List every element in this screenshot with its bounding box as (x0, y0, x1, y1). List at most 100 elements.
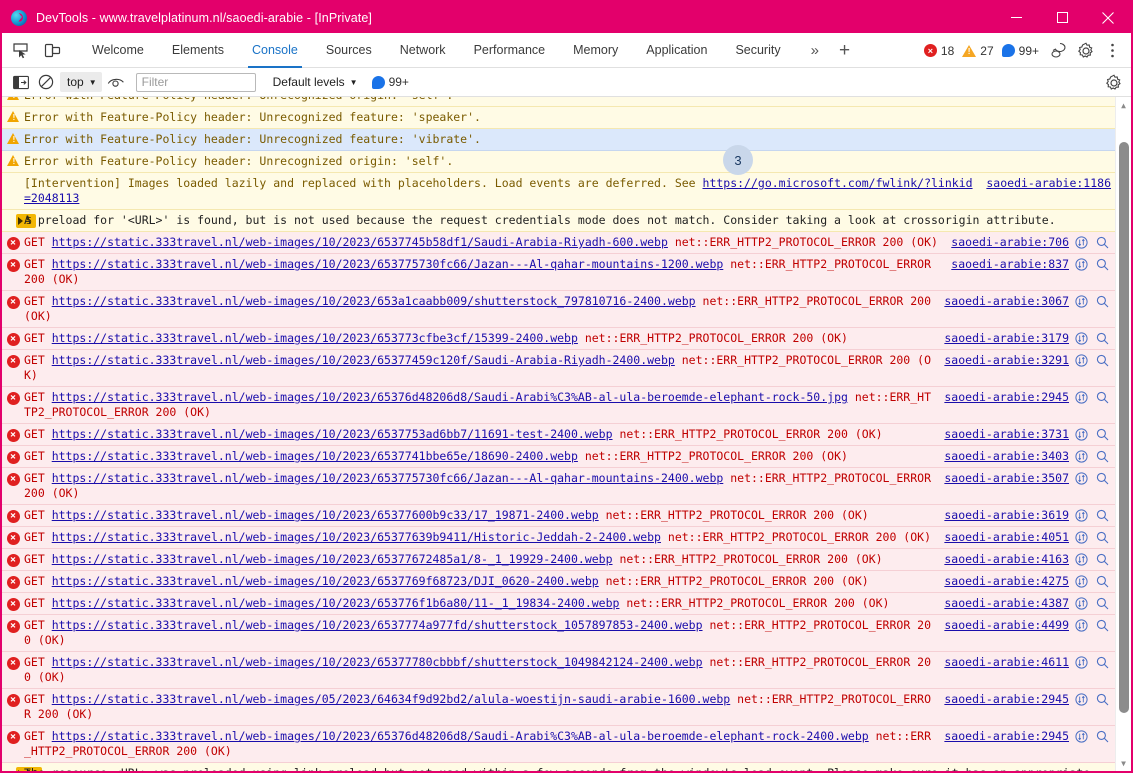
network-request-icon[interactable] (1072, 471, 1090, 486)
network-request-icon[interactable] (1072, 729, 1090, 744)
request-url-link[interactable]: https://static.333travel.nl/web-images/1… (52, 294, 696, 308)
source-location-link[interactable]: saoedi-arabie:4387 (944, 596, 1069, 611)
console-row-err[interactable]: × GET https://static.333travel.nl/web-ima… (2, 328, 1115, 350)
tab-performance[interactable]: Performance (460, 33, 560, 68)
gear-icon[interactable] (1073, 38, 1099, 64)
console-row-warn[interactable]: Error with Feature-Policy header: Unreco… (2, 129, 1115, 151)
network-request-icon[interactable] (1072, 596, 1090, 611)
source-location-link[interactable]: saoedi-arabie:4275 (944, 574, 1069, 589)
network-request-icon[interactable] (1072, 530, 1090, 545)
tab-memory[interactable]: Memory (559, 33, 632, 68)
console-row-err[interactable]: × GET https://static.333travel.nl/web-ima… (2, 387, 1115, 424)
message-count-badge[interactable]: 99+ (371, 75, 409, 89)
request-url-link[interactable]: https://static.333travel.nl/web-images/1… (52, 552, 613, 566)
info-counter[interactable]: 99+ (1001, 44, 1039, 58)
console-row-intervention[interactable]: [Intervention] Images loaded lazily and … (2, 173, 1115, 210)
search-icon[interactable] (1093, 427, 1111, 442)
console-row-err[interactable]: × GET https://static.333travel.nl/web-ima… (2, 726, 1115, 763)
console-settings-icon[interactable] (1101, 70, 1127, 96)
request-url-link[interactable]: https://static.333travel.nl/web-images/1… (52, 530, 661, 544)
request-url-link[interactable]: https://static.333travel.nl/web-images/1… (52, 390, 848, 404)
devtools-customize-icon[interactable] (1047, 38, 1073, 64)
source-location-link[interactable]: saoedi-arabie:4499 (944, 618, 1069, 633)
source-location-link[interactable]: saoedi-arabie:3179 (944, 331, 1069, 346)
log-level-selector[interactable]: Default levels ▼ (273, 75, 358, 89)
search-icon[interactable] (1093, 530, 1111, 545)
network-request-icon[interactable] (1072, 552, 1090, 567)
scroll-down-icon[interactable]: ▼ (1116, 755, 1131, 771)
network-request-icon[interactable] (1072, 655, 1090, 670)
source-location-link[interactable]: saoedi-arabie:4611 (944, 655, 1069, 670)
request-url-link[interactable]: https://static.333travel.nl/web-images/1… (52, 331, 578, 345)
console-row-group[interactable]: 10The resource <URL> was preloaded using… (2, 763, 1115, 771)
search-icon[interactable] (1093, 294, 1111, 309)
kebab-menu-icon[interactable] (1099, 38, 1125, 64)
console-row-warn[interactable]: Error with Feature-Policy header: Unreco… (2, 97, 1115, 107)
network-request-icon[interactable] (1072, 257, 1090, 272)
request-url-link[interactable]: https://static.333travel.nl/web-images/1… (52, 449, 578, 463)
source-location-link[interactable]: saoedi-arabie:2945 (944, 390, 1069, 405)
source-location-link[interactable]: saoedi-arabie:1186 (986, 176, 1111, 191)
source-location-link[interactable]: saoedi-arabie:3067 (944, 294, 1069, 309)
search-icon[interactable] (1093, 508, 1111, 523)
tab-sources[interactable]: Sources (312, 33, 386, 68)
source-location-link[interactable]: saoedi-arabie:3403 (944, 449, 1069, 464)
tab-elements[interactable]: Elements (158, 33, 238, 68)
filter-input[interactable] (135, 72, 256, 92)
console-row-err[interactable]: × GET https://static.333travel.nl/web-ima… (2, 689, 1115, 726)
network-request-icon[interactable] (1072, 449, 1090, 464)
source-location-link[interactable]: saoedi-arabie:3619 (944, 508, 1069, 523)
search-icon[interactable] (1093, 449, 1111, 464)
request-url-link[interactable]: https://static.333travel.nl/web-images/1… (52, 596, 620, 610)
search-icon[interactable] (1093, 574, 1111, 589)
source-location-link[interactable]: saoedi-arabie:4051 (944, 530, 1069, 545)
execution-context-selector[interactable]: top ▼ (60, 72, 102, 92)
more-tabs-icon[interactable]: » (801, 42, 829, 59)
console-row-err[interactable]: × GET https://static.333travel.nl/web-ima… (2, 571, 1115, 593)
close-button[interactable] (1085, 2, 1131, 33)
console-row-err[interactable]: × GET https://static.333travel.nl/web-ima… (2, 254, 1115, 291)
console-log-area[interactable]: 3 Error with Feature-Policy header: Unre… (2, 97, 1131, 771)
search-icon[interactable] (1093, 618, 1111, 633)
network-request-icon[interactable] (1072, 235, 1090, 250)
console-row-group[interactable]: 5A preload for '<URL>' is found, but is … (2, 210, 1115, 232)
network-request-icon[interactable] (1072, 331, 1090, 346)
console-row-err[interactable]: × GET https://static.333travel.nl/web-ima… (2, 350, 1115, 387)
console-row-err[interactable]: × GET https://static.333travel.nl/web-ima… (2, 505, 1115, 527)
console-row-err[interactable]: × GET https://static.333travel.nl/web-ima… (2, 615, 1115, 652)
network-request-icon[interactable] (1072, 618, 1090, 633)
source-location-link[interactable]: saoedi-arabie:706 (951, 235, 1069, 250)
tab-security[interactable]: Security (721, 33, 794, 68)
network-request-icon[interactable] (1072, 692, 1090, 707)
search-icon[interactable] (1093, 257, 1111, 272)
console-row-err[interactable]: × GET https://static.333travel.nl/web-ima… (2, 593, 1115, 615)
scroll-up-icon[interactable]: ▲ (1116, 97, 1131, 113)
source-location-link[interactable]: saoedi-arabie:837 (951, 257, 1069, 272)
request-url-link[interactable]: https://static.333travel.nl/web-images/1… (52, 655, 703, 669)
source-location-link[interactable]: saoedi-arabie:3291 (944, 353, 1069, 368)
console-row-err[interactable]: × GET https://static.333travel.nl/web-ima… (2, 424, 1115, 446)
console-row-err[interactable]: × GET https://static.333travel.nl/web-ima… (2, 549, 1115, 571)
console-row-err[interactable]: × GET https://static.333travel.nl/web-ima… (2, 291, 1115, 328)
maximize-button[interactable] (1039, 2, 1085, 33)
minimize-button[interactable] (993, 2, 1039, 33)
grouped-message-badge[interactable]: 3 (723, 145, 753, 175)
scrollbar-thumb[interactable] (1119, 142, 1129, 713)
network-request-icon[interactable] (1072, 353, 1090, 368)
console-row-err[interactable]: × GET https://static.333travel.nl/web-ima… (2, 446, 1115, 468)
console-row-warn[interactable]: Error with Feature-Policy header: Unreco… (2, 107, 1115, 129)
request-url-link[interactable]: https://static.333travel.nl/web-images/1… (52, 353, 675, 367)
request-url-link[interactable]: https://static.333travel.nl/web-images/1… (52, 618, 703, 632)
search-icon[interactable] (1093, 390, 1111, 405)
search-icon[interactable] (1093, 235, 1111, 250)
console-row-warn[interactable]: Error with Feature-Policy header: Unreco… (2, 151, 1115, 173)
warning-counter[interactable]: 27 (962, 44, 994, 58)
search-icon[interactable] (1093, 655, 1111, 670)
network-request-icon[interactable] (1072, 390, 1090, 405)
source-location-link[interactable]: saoedi-arabie:4163 (944, 552, 1069, 567)
request-url-link[interactable]: https://static.333travel.nl/web-images/1… (52, 471, 724, 485)
console-row-err[interactable]: × GET https://static.333travel.nl/web-ima… (2, 527, 1115, 549)
network-request-icon[interactable] (1072, 294, 1090, 309)
tab-application[interactable]: Application (632, 33, 721, 68)
request-url-link[interactable]: https://static.333travel.nl/web-images/1… (52, 257, 724, 271)
